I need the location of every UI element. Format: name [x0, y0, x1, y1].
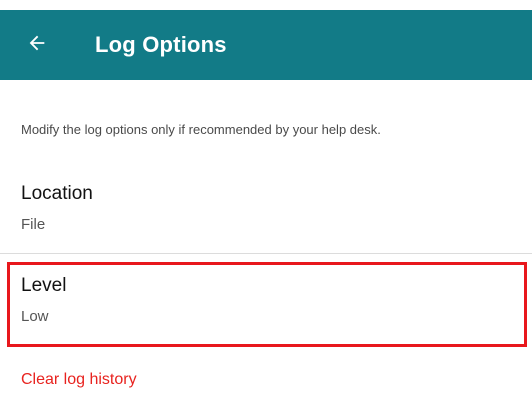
arrow-left-icon [26, 32, 48, 59]
divider [0, 253, 532, 254]
app-bar: Log Options [0, 10, 532, 80]
option-level-label: Level [21, 275, 67, 296]
back-button[interactable] [22, 30, 52, 60]
page-title: Log Options [95, 32, 227, 57]
log-options-screen: Log Options Modify the log options only … [0, 0, 532, 408]
clear-log-history-button[interactable]: Clear log history [21, 371, 137, 389]
option-location-value: File [21, 216, 46, 233]
help-desk-notice: Modify the log options only if recommend… [21, 122, 381, 137]
option-level[interactable]: Level Low [0, 262, 532, 342]
option-location[interactable]: Location File [0, 172, 532, 252]
option-level-value: Low [21, 308, 49, 325]
status-strip [0, 0, 532, 10]
option-location-label: Location [21, 183, 93, 204]
